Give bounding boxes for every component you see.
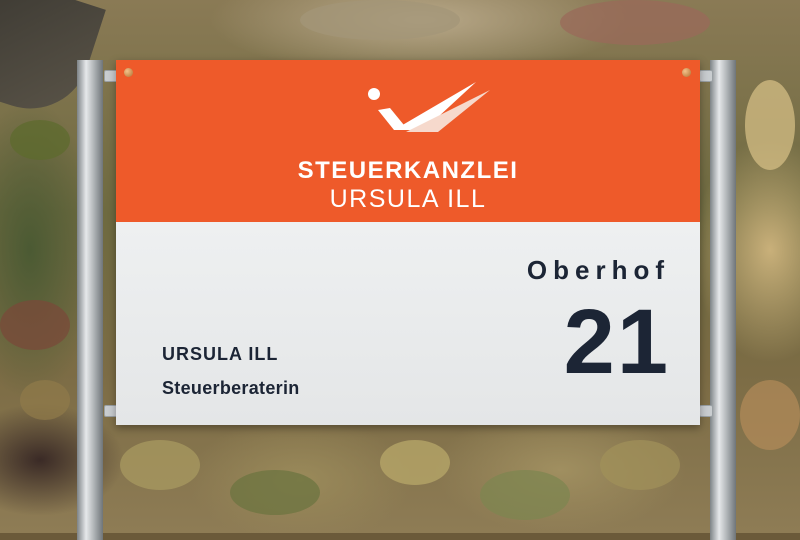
post-clamp xyxy=(699,405,713,417)
sign-orange-panel: STEUERKANZLEI URSULA ILL xyxy=(116,60,700,222)
screw xyxy=(124,68,133,77)
post-clamp xyxy=(699,70,713,82)
office-sign: STEUERKANZLEI URSULA ILL Oberhof 21 URSU… xyxy=(116,60,700,425)
house-number: 21 xyxy=(563,291,670,393)
sign-post-left xyxy=(77,60,103,540)
street-name: Oberhof xyxy=(526,255,670,285)
checkmark-logo-icon xyxy=(368,82,490,132)
sign-post-right xyxy=(710,60,736,540)
firm-name-line2: URSULA ILL xyxy=(329,185,487,213)
firm-name-line1: STEUERKANZLEI xyxy=(297,157,519,184)
screw xyxy=(682,68,691,77)
person-title: Steuerberaterin xyxy=(162,378,300,398)
person-name: URSULA ILL xyxy=(162,344,279,364)
